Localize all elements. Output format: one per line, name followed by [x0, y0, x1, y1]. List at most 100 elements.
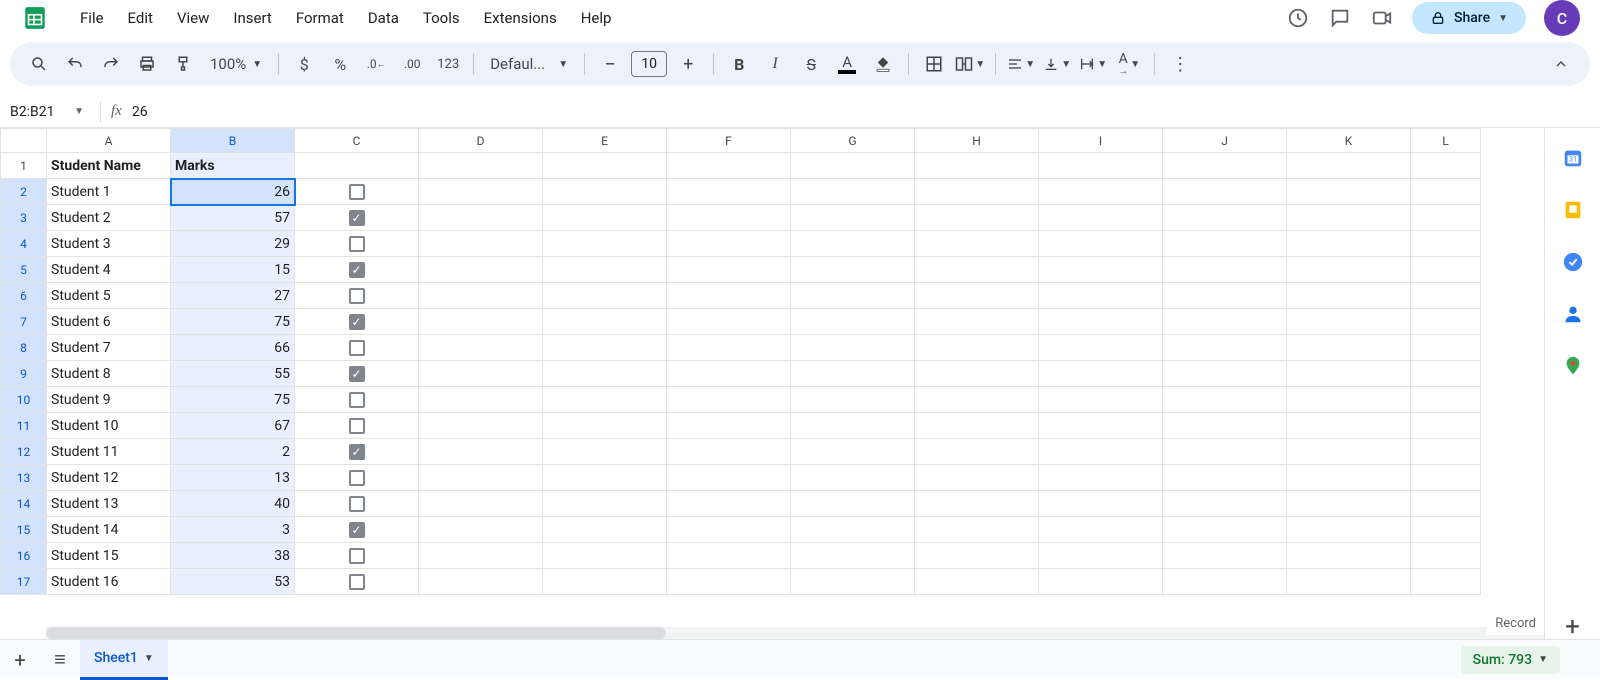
- cell[interactable]: [667, 361, 791, 387]
- cell[interactable]: [791, 257, 915, 283]
- cell[interactable]: [295, 439, 419, 465]
- text-color-icon[interactable]: A: [832, 49, 862, 79]
- decrease-decimal-icon[interactable]: .0←: [361, 49, 391, 79]
- cell[interactable]: [543, 153, 667, 179]
- cell[interactable]: [1287, 491, 1411, 517]
- cell[interactable]: [667, 335, 791, 361]
- cell[interactable]: [1163, 153, 1287, 179]
- cell[interactable]: [1039, 179, 1163, 205]
- cell[interactable]: [295, 205, 419, 231]
- cell[interactable]: [667, 413, 791, 439]
- cell[interactable]: [667, 387, 791, 413]
- formula-input[interactable]: 26: [132, 104, 1600, 120]
- cell[interactable]: [1287, 439, 1411, 465]
- cell[interactable]: [1039, 569, 1163, 595]
- column-header[interactable]: D: [419, 129, 543, 153]
- cell[interactable]: [419, 309, 543, 335]
- cell[interactable]: [295, 465, 419, 491]
- cell[interactable]: [419, 153, 543, 179]
- spreadsheet-grid[interactable]: ABCDEFGHIJKL1Student NameMarks2Student 1…: [0, 128, 1481, 595]
- cell[interactable]: [791, 309, 915, 335]
- row-header[interactable]: 13: [1, 465, 47, 491]
- cell[interactable]: [915, 569, 1039, 595]
- cell[interactable]: [1411, 179, 1481, 205]
- cell[interactable]: [295, 257, 419, 283]
- add-addon-icon[interactable]: +: [1561, 615, 1585, 639]
- cell[interactable]: [667, 231, 791, 257]
- menu-tools[interactable]: Tools: [413, 5, 470, 31]
- cell[interactable]: Student 11: [47, 439, 171, 465]
- checkbox[interactable]: [349, 418, 365, 434]
- cell[interactable]: [915, 335, 1039, 361]
- cell[interactable]: [667, 569, 791, 595]
- more-formats-icon[interactable]: 123: [433, 49, 463, 79]
- cell[interactable]: Student 10: [47, 413, 171, 439]
- cell[interactable]: [1039, 205, 1163, 231]
- cell[interactable]: [1163, 309, 1287, 335]
- cell[interactable]: [1039, 517, 1163, 543]
- cell[interactable]: 53: [171, 569, 295, 595]
- checkbox[interactable]: [349, 548, 365, 564]
- cell[interactable]: [295, 231, 419, 257]
- row-header[interactable]: 10: [1, 387, 47, 413]
- meet-icon[interactable]: [1370, 6, 1394, 30]
- column-header[interactable]: J: [1163, 129, 1287, 153]
- cell[interactable]: [915, 257, 1039, 283]
- row-header[interactable]: 15: [1, 517, 47, 543]
- cell[interactable]: [1039, 413, 1163, 439]
- cell[interactable]: [915, 179, 1039, 205]
- cell[interactable]: [915, 361, 1039, 387]
- cell[interactable]: [1039, 153, 1163, 179]
- cell[interactable]: [1039, 257, 1163, 283]
- cell[interactable]: [1039, 361, 1163, 387]
- add-sheet-icon[interactable]: +: [0, 640, 40, 680]
- text-wrap-icon[interactable]: ▼: [1078, 49, 1108, 79]
- cell[interactable]: 40: [171, 491, 295, 517]
- cell[interactable]: [1411, 231, 1481, 257]
- menu-view[interactable]: View: [167, 5, 219, 31]
- cell[interactable]: [791, 413, 915, 439]
- cell[interactable]: [1287, 283, 1411, 309]
- checkbox[interactable]: [349, 184, 365, 200]
- column-header[interactable]: E: [543, 129, 667, 153]
- cell[interactable]: [915, 231, 1039, 257]
- cell[interactable]: [1163, 387, 1287, 413]
- menu-help[interactable]: Help: [571, 5, 622, 31]
- cell[interactable]: 29: [171, 231, 295, 257]
- row-header[interactable]: 5: [1, 257, 47, 283]
- cell[interactable]: [1163, 517, 1287, 543]
- cell[interactable]: 2: [171, 439, 295, 465]
- cell[interactable]: Student 14: [47, 517, 171, 543]
- cell[interactable]: Student 15: [47, 543, 171, 569]
- cell[interactable]: [1411, 543, 1481, 569]
- cell[interactable]: [543, 517, 667, 543]
- cell[interactable]: [295, 153, 419, 179]
- horizontal-align-icon[interactable]: ▼: [1006, 49, 1036, 79]
- cell[interactable]: [1287, 517, 1411, 543]
- cell[interactable]: [667, 439, 791, 465]
- merge-cells-icon[interactable]: ▼: [955, 49, 985, 79]
- paint-format-icon[interactable]: [168, 49, 198, 79]
- cell[interactable]: [1411, 569, 1481, 595]
- vertical-align-icon[interactable]: ▼: [1042, 49, 1072, 79]
- cell[interactable]: [915, 387, 1039, 413]
- row-header[interactable]: 2: [1, 179, 47, 205]
- search-menus-icon[interactable]: [24, 49, 54, 79]
- font-size-input[interactable]: 10: [631, 51, 667, 77]
- checkbox[interactable]: [349, 366, 365, 382]
- cell[interactable]: [543, 413, 667, 439]
- cell[interactable]: [419, 543, 543, 569]
- cell[interactable]: Student 3: [47, 231, 171, 257]
- checkbox[interactable]: [349, 288, 365, 304]
- cell[interactable]: [1287, 309, 1411, 335]
- currency-icon[interactable]: $: [289, 49, 319, 79]
- cell[interactable]: [791, 465, 915, 491]
- font-family-dropdown[interactable]: Defaul...▼: [484, 55, 574, 73]
- cell[interactable]: Student 2: [47, 205, 171, 231]
- row-header[interactable]: 8: [1, 335, 47, 361]
- cell[interactable]: [1411, 413, 1481, 439]
- undo-icon[interactable]: [60, 49, 90, 79]
- sheet-tab[interactable]: Sheet1▼: [80, 640, 168, 680]
- row-header[interactable]: 14: [1, 491, 47, 517]
- history-icon[interactable]: [1286, 6, 1310, 30]
